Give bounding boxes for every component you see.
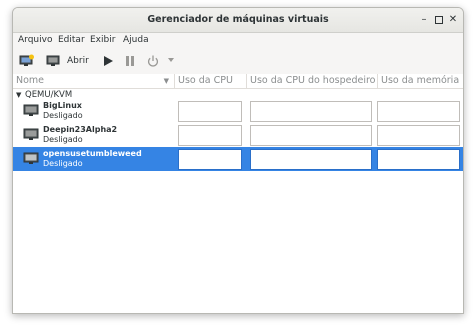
window-title: Gerenciador de máquinas virtuais <box>147 14 329 25</box>
toolbar: Abrir <box>13 49 463 75</box>
column-name-label: Nome <box>16 75 45 86</box>
vm-row-opensusetumbleweed[interactable]: opensusetumbleweed Desligado <box>13 147 463 171</box>
host-cpu-graph <box>250 125 372 146</box>
new-vm-button[interactable] <box>19 54 35 71</box>
vm-row-deepin[interactable]: Deepin23Alpha2 Desligado <box>13 123 463 147</box>
open-vm-button[interactable] <box>46 54 60 71</box>
title-bar[interactable]: Gerenciador de máquinas virtuais – ✕ <box>13 8 463 33</box>
column-memory[interactable]: Uso da memória <box>378 74 463 88</box>
column-cpu-label: Uso da CPU <box>178 75 233 86</box>
menu-arquivo[interactable]: Arquivo <box>18 35 52 45</box>
dropdown-arrow-icon <box>168 58 174 62</box>
column-memory-label: Uso da memória <box>381 75 460 86</box>
host-cpu-graph <box>250 149 372 170</box>
column-name[interactable]: Nome ▼ <box>13 74 175 88</box>
shutdown-menu-button[interactable] <box>167 56 175 67</box>
maximize-button[interactable] <box>432 13 446 27</box>
memory-graph <box>377 125 460 146</box>
host-cpu-graph <box>250 101 372 122</box>
menu-bar: Arquivo Editar Exibir Ajuda <box>13 33 463 49</box>
menu-exibir[interactable]: Exibir <box>90 35 115 45</box>
memory-graph <box>377 101 460 122</box>
shutdown-button[interactable] <box>146 54 160 71</box>
cpu-graph <box>178 149 242 170</box>
vm-row-biglinux[interactable]: BigLinux Desligado <box>13 99 463 123</box>
vm-name: BigLinux <box>43 101 82 110</box>
cpu-graph <box>178 101 242 122</box>
pause-icon <box>126 56 134 66</box>
minimize-button[interactable]: – <box>417 13 431 27</box>
vm-name: opensusetumbleweed <box>43 149 142 158</box>
run-button[interactable] <box>102 54 114 71</box>
power-icon <box>147 55 159 67</box>
pause-button[interactable] <box>124 54 136 71</box>
maximize-icon <box>435 16 443 24</box>
vm-monitor-icon <box>23 128 39 145</box>
column-cpu[interactable]: Uso da CPU <box>175 74 247 88</box>
vm-status: Desligado <box>43 135 83 144</box>
cpu-graph <box>178 125 242 146</box>
vm-status: Desligado <box>43 159 83 168</box>
app-window: Gerenciador de máquinas virtuais – ✕ Arq… <box>12 7 464 314</box>
expander-icon[interactable]: ▼ <box>16 91 21 99</box>
vm-monitor-icon <box>23 104 39 121</box>
monitor-icon <box>46 55 60 66</box>
vm-monitor-icon <box>23 152 39 169</box>
new-vm-icon <box>19 54 34 66</box>
vm-status: Desligado <box>43 111 83 120</box>
menu-ajuda[interactable]: Ajuda <box>123 35 149 45</box>
menu-editar[interactable]: Editar <box>58 35 85 45</box>
column-header: Nome ▼ Uso da CPU Uso da CPU do hospedei… <box>13 74 463 89</box>
memory-graph <box>377 149 460 170</box>
column-host-cpu-label: Uso da CPU do hospedeiro <box>250 75 376 86</box>
open-label[interactable]: Abrir <box>67 56 89 66</box>
play-icon <box>104 56 113 66</box>
sort-arrow-icon: ▼ <box>163 77 169 85</box>
close-button[interactable]: ✕ <box>446 13 460 27</box>
vm-name: Deepin23Alpha2 <box>43 125 118 134</box>
column-host-cpu[interactable]: Uso da CPU do hospedeiro <box>247 74 378 88</box>
